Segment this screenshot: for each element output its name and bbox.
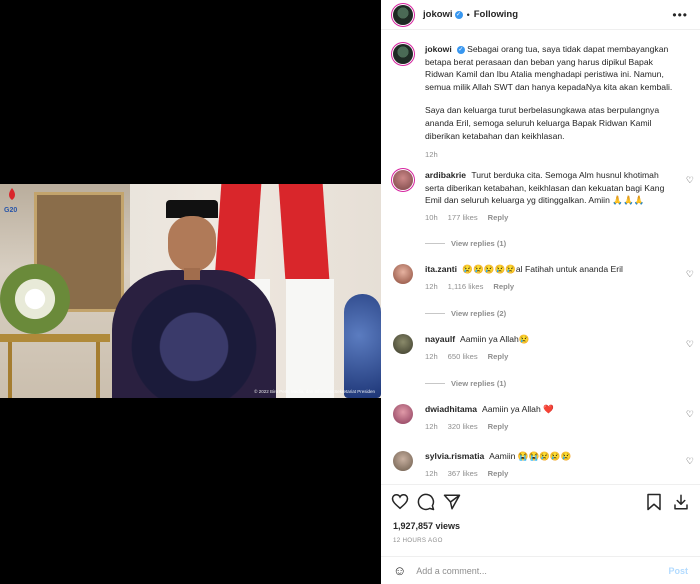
comment-username[interactable]: ardibakrie — [425, 170, 466, 180]
comment-item: ita.zanti 😢😢😢😢😢al Fatihah untuk ananda E… — [393, 263, 690, 293]
comment-likes[interactable]: 650 likes — [448, 352, 478, 361]
add-comment-bar: ☺ Post — [381, 556, 700, 584]
comment-time: 10h — [425, 212, 438, 222]
reply-button[interactable]: Reply — [488, 422, 509, 431]
comment-username[interactable]: dwiadhitama — [425, 404, 477, 414]
divider-line — [425, 313, 445, 314]
add-comment-input[interactable] — [416, 565, 669, 576]
emoji-icon[interactable]: ☺ — [393, 563, 406, 578]
speaker-neck — [184, 268, 200, 280]
post-caption: jokowi ✓ Sebagai orang tua, saya tidak da… — [393, 43, 690, 162]
comment-icon[interactable] — [417, 493, 435, 511]
post-header: jokowi ✓ • Following ••• — [381, 0, 700, 30]
like-comment-heart-icon[interactable]: ♡ — [686, 175, 694, 186]
comment-text: 😢😢😢😢😢al Fatihah untuk ananda Eril — [462, 264, 623, 274]
post-video[interactable]: © 2022 Biro Pers, Media, dan Informasi S… — [0, 184, 381, 398]
reply-button[interactable]: Reply — [493, 282, 514, 291]
view-replies-label: View replies (2) — [451, 309, 507, 318]
post-actions: 1,927,857 views 12 HOURS AGO — [381, 484, 700, 552]
comment-text: Aamiin ya Allah ❤️ — [481, 404, 554, 414]
comment-item: sylvia.rismatia Aamiin 😭😭😢😢😢 12h 367 like… — [393, 450, 690, 480]
speaker-face — [168, 216, 216, 272]
avatar[interactable] — [393, 451, 413, 471]
comment-username[interactable]: sylvia.rismatia — [425, 451, 484, 461]
flag-red-stripe — [214, 184, 262, 279]
avatar[interactable] — [393, 170, 413, 190]
blue-vase — [344, 294, 381, 398]
reply-button[interactable]: Reply — [488, 469, 509, 478]
flower-bouquet — [0, 264, 70, 334]
g20-logo-icon: G20 — [4, 188, 17, 214]
media-pane: © 2022 Biro Pers, Media, dan Informasi S… — [0, 0, 381, 584]
post-timestamp: 12 HOURS AGO — [393, 537, 443, 544]
view-replies-label: View replies (1) — [451, 379, 507, 388]
speaker-batik-shirt — [112, 270, 276, 398]
comment-username[interactable]: ita.zanti — [425, 264, 457, 274]
avatar[interactable] — [393, 264, 413, 284]
comment-time: 12h — [425, 351, 438, 361]
comment-username[interactable]: nayaulf — [425, 334, 455, 344]
view-replies-button[interactable]: View replies (2) — [425, 309, 506, 318]
caption-text: Saya dan keluarga turut berbelasungkawa … — [425, 105, 660, 141]
video-watermark: © 2022 Biro Pers, Media, dan Informasi S… — [254, 389, 375, 394]
comment-time: 12h — [425, 281, 438, 291]
view-replies-label: View replies (1) — [451, 239, 507, 248]
comment-likes[interactable]: 367 likes — [448, 469, 478, 478]
comment-text: Aamiin 😭😭😢😢😢 — [489, 451, 572, 461]
instagram-post-viewer: © 2022 Biro Pers, Media, dan Informasi S… — [0, 0, 700, 584]
like-comment-heart-icon[interactable]: ♡ — [686, 339, 694, 350]
caption-username[interactable]: jokowi — [425, 44, 452, 54]
view-count[interactable]: 1,927,857 views — [393, 521, 460, 531]
save-bookmark-icon[interactable] — [646, 493, 662, 511]
comment-time: 12h — [425, 468, 438, 478]
divider-line — [425, 243, 445, 244]
svg-text:G20: G20 — [4, 207, 17, 214]
separator-dot: • — [466, 9, 470, 20]
comments-list[interactable]: jokowi ✓ Sebagai orang tua, saya tidak da… — [381, 31, 700, 484]
like-comment-heart-icon[interactable]: ♡ — [686, 456, 694, 467]
comment-item: dwiadhitama Aamiin ya Allah ❤️ 12h 320 li… — [393, 403, 690, 433]
like-comment-heart-icon[interactable]: ♡ — [686, 269, 694, 280]
flag-white-stripe — [286, 279, 334, 398]
share-send-icon[interactable] — [443, 493, 461, 511]
comment-time: 12h — [425, 421, 438, 431]
more-horizontal-icon[interactable]: ••• — [672, 8, 688, 22]
comment-text: Aamiin ya Allah😢 — [460, 334, 530, 344]
caption-time: 12h — [425, 150, 438, 160]
avatar[interactable] — [393, 334, 413, 354]
divider-line — [425, 383, 445, 384]
avatar[interactable] — [393, 4, 413, 25]
table-leg — [8, 342, 12, 398]
download-icon[interactable] — [672, 493, 690, 511]
header-username[interactable]: jokowi — [423, 9, 453, 20]
reply-button[interactable]: Reply — [488, 352, 509, 361]
view-replies-button[interactable]: View replies (1) — [425, 239, 506, 248]
following-button[interactable]: Following — [474, 9, 518, 20]
verified-badge-icon: ✓ — [454, 10, 463, 19]
view-replies-button[interactable]: View replies (1) — [425, 379, 506, 388]
post-side-panel: jokowi ✓ • Following ••• jokowi ✓ Sebagai… — [381, 0, 700, 584]
comment-likes[interactable]: 1,116 likes — [448, 282, 484, 291]
like-heart-icon[interactable] — [391, 493, 409, 510]
like-comment-heart-icon[interactable]: ♡ — [686, 409, 694, 420]
comment-item: nayaulf Aamiin ya Allah😢 12h 650 likes Rep… — [393, 333, 690, 363]
table-leg — [96, 342, 100, 398]
comment-likes[interactable]: 177 likes — [448, 213, 478, 222]
reply-button[interactable]: Reply — [488, 213, 509, 222]
comment-item: ardibakrie Turut berduka cita. Semoga Al… — [393, 169, 690, 224]
side-table — [0, 334, 110, 342]
avatar[interactable] — [393, 404, 413, 424]
avatar[interactable] — [393, 44, 413, 64]
verified-badge-icon: ✓ — [456, 45, 465, 54]
post-comment-button[interactable]: Post — [668, 566, 688, 576]
comment-likes[interactable]: 320 likes — [448, 422, 478, 431]
flag-red-stripe — [278, 184, 330, 279]
